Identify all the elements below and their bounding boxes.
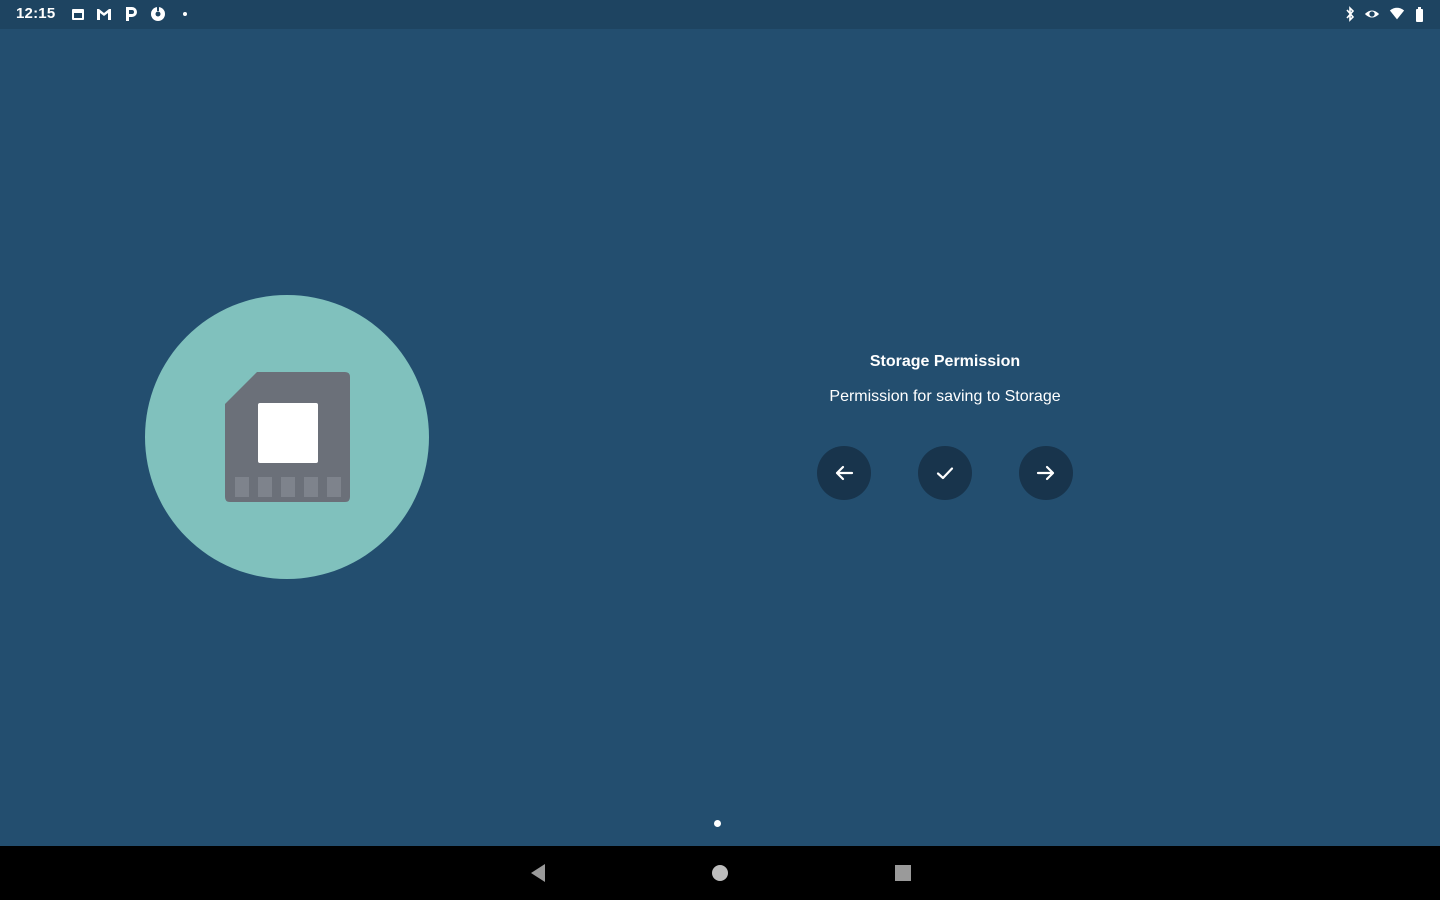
battery-icon <box>1411 6 1427 22</box>
sd-card-icon <box>225 372 350 502</box>
pocket-casts-icon <box>123 6 139 22</box>
next-button[interactable] <box>1019 446 1073 500</box>
nav-home-button[interactable] <box>705 858 735 888</box>
eye-icon <box>1364 6 1380 22</box>
illustration-circle <box>145 295 429 579</box>
page-indicator-dot <box>714 820 721 827</box>
page-title: Storage Permission <box>869 353 1021 370</box>
recents-icon <box>895 865 911 881</box>
status-time: 12:15 <box>16 5 56 22</box>
bluetooth-icon <box>1342 6 1358 22</box>
gmail-icon <box>96 6 112 22</box>
arrow-right-icon <box>1036 465 1055 481</box>
nav-back-button[interactable] <box>523 858 553 888</box>
back-button[interactable] <box>817 446 871 500</box>
calendar-icon <box>70 6 86 22</box>
arrow-left-icon <box>835 465 854 481</box>
home-icon <box>712 865 728 881</box>
grant-permission-button[interactable] <box>918 446 972 500</box>
navigation-bar <box>0 846 1440 900</box>
settings-app-icon <box>150 6 166 22</box>
check-icon <box>936 467 954 480</box>
nav-recents-button[interactable] <box>888 858 918 888</box>
wifi-icon <box>1389 6 1405 22</box>
status-bar: 12:15 <box>0 0 1440 29</box>
page-subtitle: Permission for saving to Storage <box>829 388 1061 405</box>
back-icon <box>531 864 545 882</box>
more-dot-icon <box>177 6 193 22</box>
